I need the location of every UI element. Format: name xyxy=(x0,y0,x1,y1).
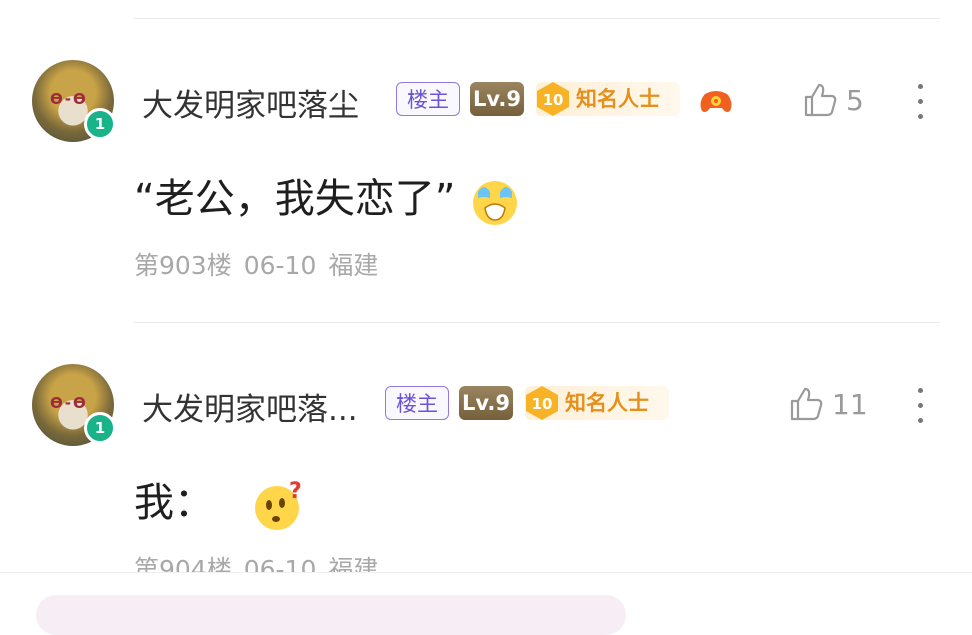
owner-badge: 楼主 xyxy=(396,82,460,116)
level-badge: Lv.9 xyxy=(459,386,513,420)
avatar-level-badge: 1 xyxy=(84,412,116,444)
content-text: “老公，我失恋了” xyxy=(134,176,456,222)
fame-level-icon: 10 xyxy=(537,82,569,116)
content-text: 我： xyxy=(134,480,214,526)
fame-title: 知名人士 xyxy=(565,391,649,415)
more-dot xyxy=(917,418,923,423)
post-content: “老公，我失恋了” xyxy=(134,166,522,228)
author-name[interactable]: 大发明家吧落尘 xyxy=(142,80,359,125)
fame-badge: 10 知名人士 xyxy=(536,82,680,116)
more-dot xyxy=(917,114,923,119)
post-divider xyxy=(134,322,940,323)
like-button[interactable]: 11 xyxy=(788,386,868,422)
owner-badge: 楼主 xyxy=(385,386,449,420)
author-name[interactable]: 大发明家吧落... xyxy=(142,384,358,429)
more-dot xyxy=(917,84,923,89)
svg-text:?: ? xyxy=(289,479,302,504)
top-divider xyxy=(134,18,940,19)
thumbs-up-icon xyxy=(804,83,837,117)
like-count: 5 xyxy=(846,83,864,117)
post-meta: 第903楼 06-10 福建 xyxy=(134,246,390,282)
post-date: 06-10 xyxy=(243,251,317,280)
fame-level-icon: 10 xyxy=(526,386,558,420)
post-location: 福建 xyxy=(328,251,379,280)
confused-emoji-icon: ? xyxy=(254,479,302,530)
fame-badge: 10 知名人士 xyxy=(525,386,669,420)
crying-emoji-icon xyxy=(473,181,518,225)
avatar-level-badge: 1 xyxy=(84,108,116,140)
more-dot xyxy=(917,99,923,104)
level-badge: Lv.9 xyxy=(470,82,524,116)
bottom-reply-bar xyxy=(0,572,972,635)
more-options-button[interactable] xyxy=(915,388,925,428)
gamepad-icon xyxy=(700,91,732,112)
fame-title: 知名人士 xyxy=(576,87,660,111)
more-dot xyxy=(917,388,923,393)
post-content: 我： ? xyxy=(134,470,305,532)
reply-input[interactable] xyxy=(36,595,626,635)
floor-number: 第903楼 xyxy=(134,251,232,280)
like-count: 11 xyxy=(832,387,868,421)
fame-level-number: 10 xyxy=(543,91,564,109)
fame-level-number: 10 xyxy=(532,395,553,413)
like-button[interactable]: 5 xyxy=(802,82,864,118)
thumbs-up-icon xyxy=(790,387,823,421)
avatar[interactable]: Ѳ-Ѳ 1 xyxy=(32,60,116,142)
more-options-button[interactable] xyxy=(915,84,925,124)
more-dot xyxy=(917,403,923,408)
avatar[interactable]: Ѳ-Ѳ 1 xyxy=(32,364,116,446)
